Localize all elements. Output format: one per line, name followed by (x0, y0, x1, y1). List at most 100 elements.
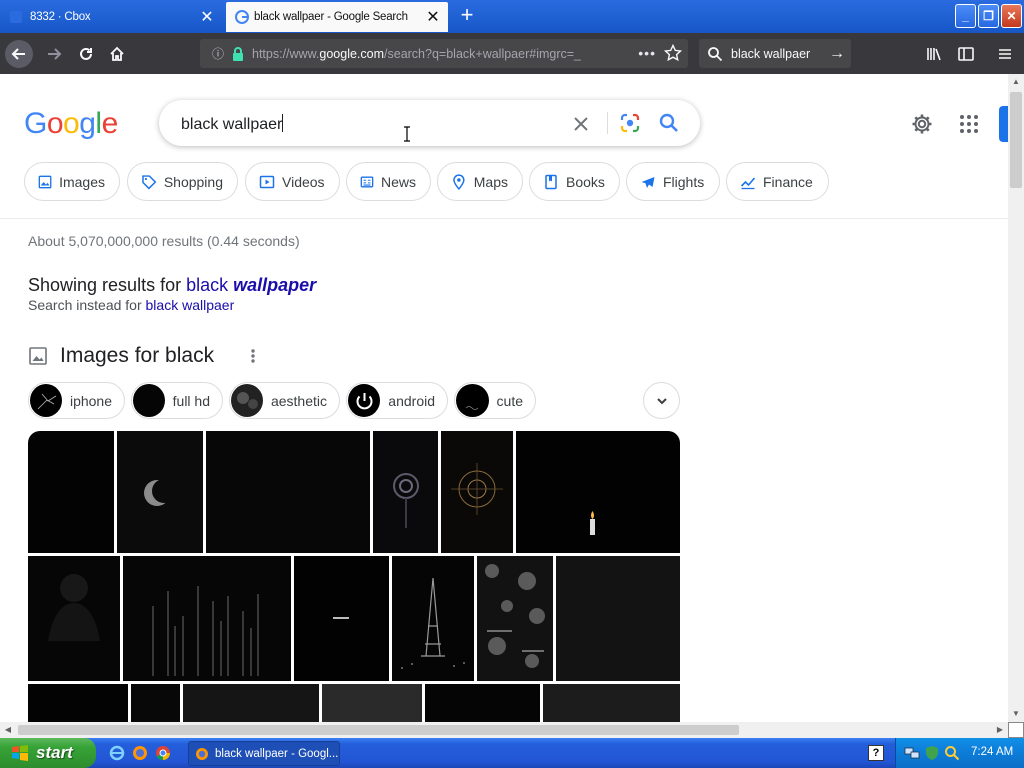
image-result[interactable] (183, 684, 319, 722)
image-result[interactable] (373, 431, 438, 553)
sidebar-icon[interactable] (957, 45, 975, 63)
page-actions-icon[interactable]: ••• (638, 45, 656, 61)
more-options-icon[interactable] (246, 346, 260, 366)
firefox-icon[interactable] (131, 744, 149, 762)
internet-explorer-icon[interactable] (108, 744, 126, 762)
scroll-left-arrow-icon[interactable]: ◀ (0, 722, 16, 738)
camera-lens-icon[interactable] (618, 111, 642, 135)
image-result[interactable] (516, 431, 680, 553)
security-shield-icon[interactable] (924, 745, 940, 761)
refine-chip-android[interactable]: android (346, 382, 448, 419)
close-tab-icon[interactable]: ✕ (192, 7, 222, 27)
original-query-link[interactable]: black wallpaer (146, 297, 235, 313)
google-results-page: Google black wallpaer Images Shopping Vi… (0, 74, 1008, 722)
image-result[interactable] (131, 684, 180, 722)
scrollbar-thumb[interactable] (18, 725, 739, 735)
google-search-box[interactable]: black wallpaer (159, 100, 700, 146)
scroll-down-arrow-icon[interactable]: ▼ (1008, 706, 1024, 722)
refine-chip-cute[interactable]: cute (454, 382, 536, 419)
image-result[interactable] (294, 556, 389, 681)
apps-grid-icon[interactable] (957, 112, 981, 136)
maximize-button[interactable]: ❐ (978, 4, 999, 28)
chip-news[interactable]: News (346, 162, 431, 201)
address-bar[interactable]: ⓘ https://www.google.com/search?q=black+… (200, 39, 688, 68)
sign-in-button[interactable] (999, 106, 1008, 142)
images-heading[interactable]: Images for black (60, 344, 214, 368)
start-button[interactable]: start (0, 738, 96, 768)
help-icon[interactable]: ? (868, 745, 884, 761)
chip-videos[interactable]: Videos (245, 162, 340, 201)
search-icon (708, 46, 723, 61)
search-input[interactable]: black wallpaer (181, 114, 284, 134)
image-result[interactable] (28, 684, 128, 722)
refine-chip-aesthetic[interactable]: aesthetic (229, 382, 340, 419)
taskbar-item-firefox[interactable]: black wallpaer - Googl... (188, 741, 340, 766)
chip-books[interactable]: Books (529, 162, 620, 201)
close-window-button[interactable]: ✕ (1001, 4, 1022, 28)
google-logo[interactable]: Google (24, 107, 118, 141)
image-result[interactable] (392, 556, 474, 681)
info-icon[interactable]: ⓘ (208, 45, 228, 62)
image-result[interactable] (28, 556, 120, 681)
chip-label: aesthetic (270, 392, 327, 409)
lock-icon[interactable] (230, 46, 246, 62)
tab-cbox[interactable]: 8332 · Cbox ✕ (0, 2, 222, 32)
chip-maps[interactable]: Maps (437, 162, 523, 201)
forward-button[interactable] (40, 40, 68, 68)
search-icon[interactable] (657, 111, 681, 135)
reload-icon (80, 47, 92, 60)
horizontal-scrollbar[interactable]: ◀ ▶ (0, 722, 1008, 738)
vertical-scrollbar[interactable]: ▲ ▼ (1008, 74, 1024, 722)
library-icon[interactable] (925, 45, 943, 63)
image-result[interactable] (543, 684, 680, 722)
gear-icon[interactable] (910, 112, 934, 136)
image-result[interactable] (206, 431, 370, 553)
arrow-right-icon[interactable]: → (829, 45, 851, 63)
logo-letter: G (24, 107, 47, 140)
hamburger-menu-icon[interactable] (996, 45, 1014, 63)
image-result[interactable] (477, 556, 553, 681)
expand-chips-button[interactable] (643, 382, 680, 419)
arrow-right-icon (48, 48, 62, 60)
chart-icon (740, 176, 756, 189)
star-icon[interactable] (664, 44, 682, 62)
url-text[interactable]: https://www.google.com/search?q=black+wa… (252, 47, 597, 61)
logo-letter: o (63, 107, 80, 140)
url-prefix: https://www. (252, 46, 320, 61)
reload-button[interactable] (72, 40, 100, 68)
new-tab-button[interactable]: + (454, 4, 480, 28)
corrected-bold: wallpaper (233, 275, 317, 295)
image-result[interactable] (556, 556, 680, 681)
search-tray-icon[interactable] (944, 745, 960, 761)
corrected-plain: black (186, 275, 234, 295)
url-path: /search?q=black+wallpaer#imgrc=_ (384, 46, 582, 61)
scroll-right-arrow-icon[interactable]: ▶ (992, 722, 1008, 738)
chrome-icon[interactable] (154, 744, 172, 762)
minimize-button[interactable]: _ (955, 4, 976, 28)
image-result[interactable] (425, 684, 540, 722)
image-icon (38, 175, 52, 188)
text-caret (282, 114, 284, 132)
close-tab-icon[interactable]: ✕ (418, 7, 448, 27)
scroll-up-arrow-icon[interactable]: ▲ (1008, 74, 1024, 90)
scrollbar-thumb[interactable] (1010, 92, 1022, 188)
chip-flights[interactable]: Flights (626, 162, 720, 201)
network-icon[interactable] (904, 745, 920, 761)
chip-finance[interactable]: Finance (726, 162, 829, 201)
corrected-query-link[interactable]: black wallpaper (186, 275, 316, 295)
chip-shopping[interactable]: Shopping (127, 162, 238, 201)
refine-chip-full-hd[interactable]: full hd (131, 382, 223, 419)
image-result[interactable] (441, 431, 513, 553)
newspaper-icon (360, 176, 374, 187)
image-result[interactable] (117, 431, 203, 553)
chip-images[interactable]: Images (24, 162, 120, 201)
home-button[interactable] (103, 40, 131, 68)
image-result[interactable] (28, 431, 114, 553)
browser-search-bar[interactable]: black wallpaer → (699, 39, 851, 68)
refine-chip-iphone[interactable]: iphone (28, 382, 125, 419)
image-result[interactable] (123, 556, 291, 681)
tab-google-search[interactable]: black wallpaer - Google Search ✕ (226, 2, 448, 32)
image-result[interactable] (322, 684, 422, 722)
clear-icon[interactable] (569, 112, 593, 136)
back-button[interactable] (5, 40, 33, 68)
